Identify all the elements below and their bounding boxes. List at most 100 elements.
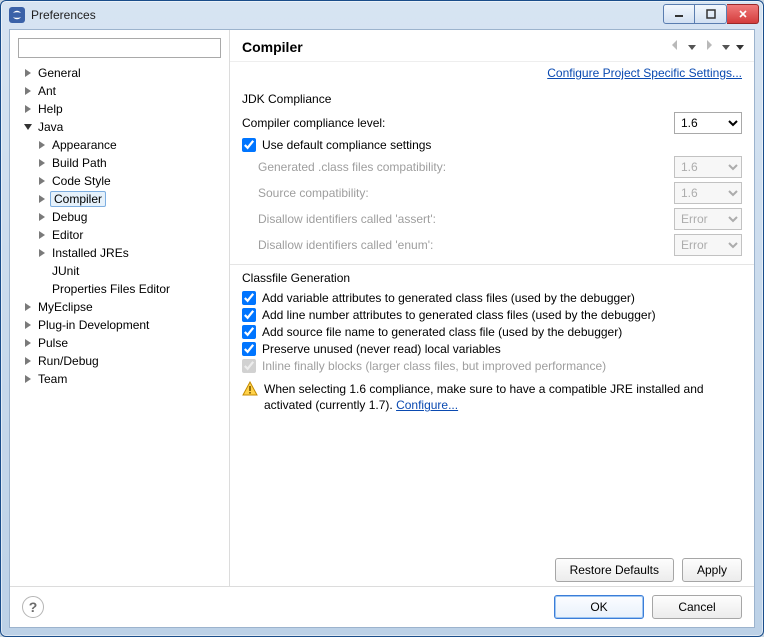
configure-jre-link[interactable]: Configure... [396,398,458,412]
tree-item-editor[interactable]: Editor [18,226,225,244]
tree-item-compiler[interactable]: Compiler [18,190,225,208]
jdk-group-title: JDK Compliance [242,92,742,106]
expand-icon[interactable] [22,301,34,313]
tree-item-label: Plug-in Development [36,318,151,332]
tree-item-label: Debug [50,210,89,224]
tree-item-label: Pulse [36,336,70,350]
tree-item-pulse[interactable]: Pulse [18,334,225,352]
tree-item-label: MyEclipse [36,300,95,314]
preferences-tree[interactable]: General Ant Help Java Appearance Build Path Co… [14,64,225,580]
tree-item-label: Appearance [50,138,119,152]
preserve-label: Preserve unused (never read) local varia… [262,342,501,356]
enum-label: Disallow identifiers called 'enum': [258,238,674,252]
tree-item-ant[interactable]: Ant [18,82,225,100]
tree-item-label: Help [36,102,65,116]
tree-item-run/debug[interactable]: Run/Debug [18,352,225,370]
warning-icon [242,381,258,397]
ok-button[interactable]: OK [554,595,644,619]
source-compat-label: Source compatibility: [258,186,674,200]
window-title: Preferences [31,8,96,22]
tree-item-label: Run/Debug [36,354,101,368]
inline-label: Inline finally blocks (larger class file… [262,359,606,373]
expand-icon[interactable] [22,337,34,349]
help-button[interactable]: ? [22,596,44,618]
tree-item-team[interactable]: Team [18,370,225,388]
tree-item-installed-jres[interactable]: Installed JREs [18,244,225,262]
configure-project-link[interactable]: Configure Project Specific Settings... [547,66,742,80]
tree-item-appearance[interactable]: Appearance [18,136,225,154]
apply-button[interactable]: Apply [682,558,742,582]
expand-icon[interactable] [22,355,34,367]
tree-item-help[interactable]: Help [18,100,225,118]
expand-icon[interactable] [36,139,48,151]
tree-spacer [36,283,48,295]
use-default-checkbox[interactable] [242,138,256,152]
tree-item-label: Editor [50,228,85,242]
add-var-label: Add variable attributes to generated cla… [262,291,635,305]
collapse-icon[interactable] [22,121,34,133]
minimize-button[interactable] [663,4,695,24]
generated-compat-select: 1.6 [674,156,742,178]
tree-item-properties-files-editor[interactable]: Properties Files Editor [18,280,225,298]
back-menu-icon[interactable] [688,40,696,54]
tree-item-general[interactable]: General [18,64,225,82]
tree-item-label: Build Path [50,156,109,170]
tree-item-build-path[interactable]: Build Path [18,154,225,172]
add-source-label: Add source file name to generated class … [262,325,622,339]
tree-spacer [36,265,48,277]
tree-item-label: Team [36,372,69,386]
add-line-label: Add line number attributes to generated … [262,308,656,322]
warning-text: When selecting 1.6 compliance, make sure… [264,381,738,413]
expand-icon[interactable] [36,211,48,223]
tree-item-label: JUnit [50,264,81,278]
expand-icon[interactable] [36,193,48,205]
add-var-checkbox[interactable] [242,291,256,305]
tree-item-label: Java [36,120,65,134]
tree-item-junit[interactable]: JUnit [18,262,225,280]
restore-defaults-button[interactable]: Restore Defaults [555,558,674,582]
classfile-group-title: Classfile Generation [242,271,742,285]
add-source-checkbox[interactable] [242,325,256,339]
filter-input[interactable] [18,38,221,58]
forward-icon[interactable] [702,38,716,55]
expand-icon[interactable] [22,85,34,97]
tree-item-label: Code Style [50,174,113,188]
close-button[interactable] [727,4,759,24]
add-line-checkbox[interactable] [242,308,256,322]
expand-icon[interactable] [36,175,48,187]
tree-item-debug[interactable]: Debug [18,208,225,226]
expand-icon[interactable] [22,103,34,115]
tree-item-myeclipse[interactable]: MyEclipse [18,298,225,316]
compliance-level-select[interactable]: 1.6 [674,112,742,134]
back-icon[interactable] [668,38,682,55]
use-default-label: Use default compliance settings [262,138,431,152]
tree-item-label: Compiler [50,191,106,207]
expand-icon[interactable] [36,247,48,259]
page-title: Compiler [242,39,303,55]
app-icon [9,7,25,23]
tree-item-plug-in-development[interactable]: Plug-in Development [18,316,225,334]
preserve-checkbox[interactable] [242,342,256,356]
source-compat-select: 1.6 [674,182,742,204]
expand-icon[interactable] [22,319,34,331]
expand-icon[interactable] [22,373,34,385]
view-menu-icon[interactable] [736,40,744,54]
window-frame: Preferences General Ant Help Java Appearance… [0,0,764,637]
tree-item-code-style[interactable]: Code Style [18,172,225,190]
tree-item-java[interactable]: Java [18,118,225,136]
sidebar: General Ant Help Java Appearance Build Path Co… [10,30,230,586]
settings-panel: Compiler Configure Project Specific Sett… [230,30,754,586]
inline-checkbox [242,359,256,373]
assert-label: Disallow identifiers called 'assert': [258,212,674,226]
expand-icon[interactable] [22,67,34,79]
tree-item-label: Properties Files Editor [50,282,172,296]
expand-icon[interactable] [36,157,48,169]
generated-compat-label: Generated .class files compatibility: [258,160,674,174]
forward-menu-icon[interactable] [722,40,730,54]
tree-item-label: General [36,66,83,80]
expand-icon[interactable] [36,229,48,241]
cancel-button[interactable]: Cancel [652,595,742,619]
title-bar[interactable]: Preferences [1,1,763,29]
maximize-button[interactable] [695,4,727,24]
compliance-level-label: Compiler compliance level: [242,116,674,130]
